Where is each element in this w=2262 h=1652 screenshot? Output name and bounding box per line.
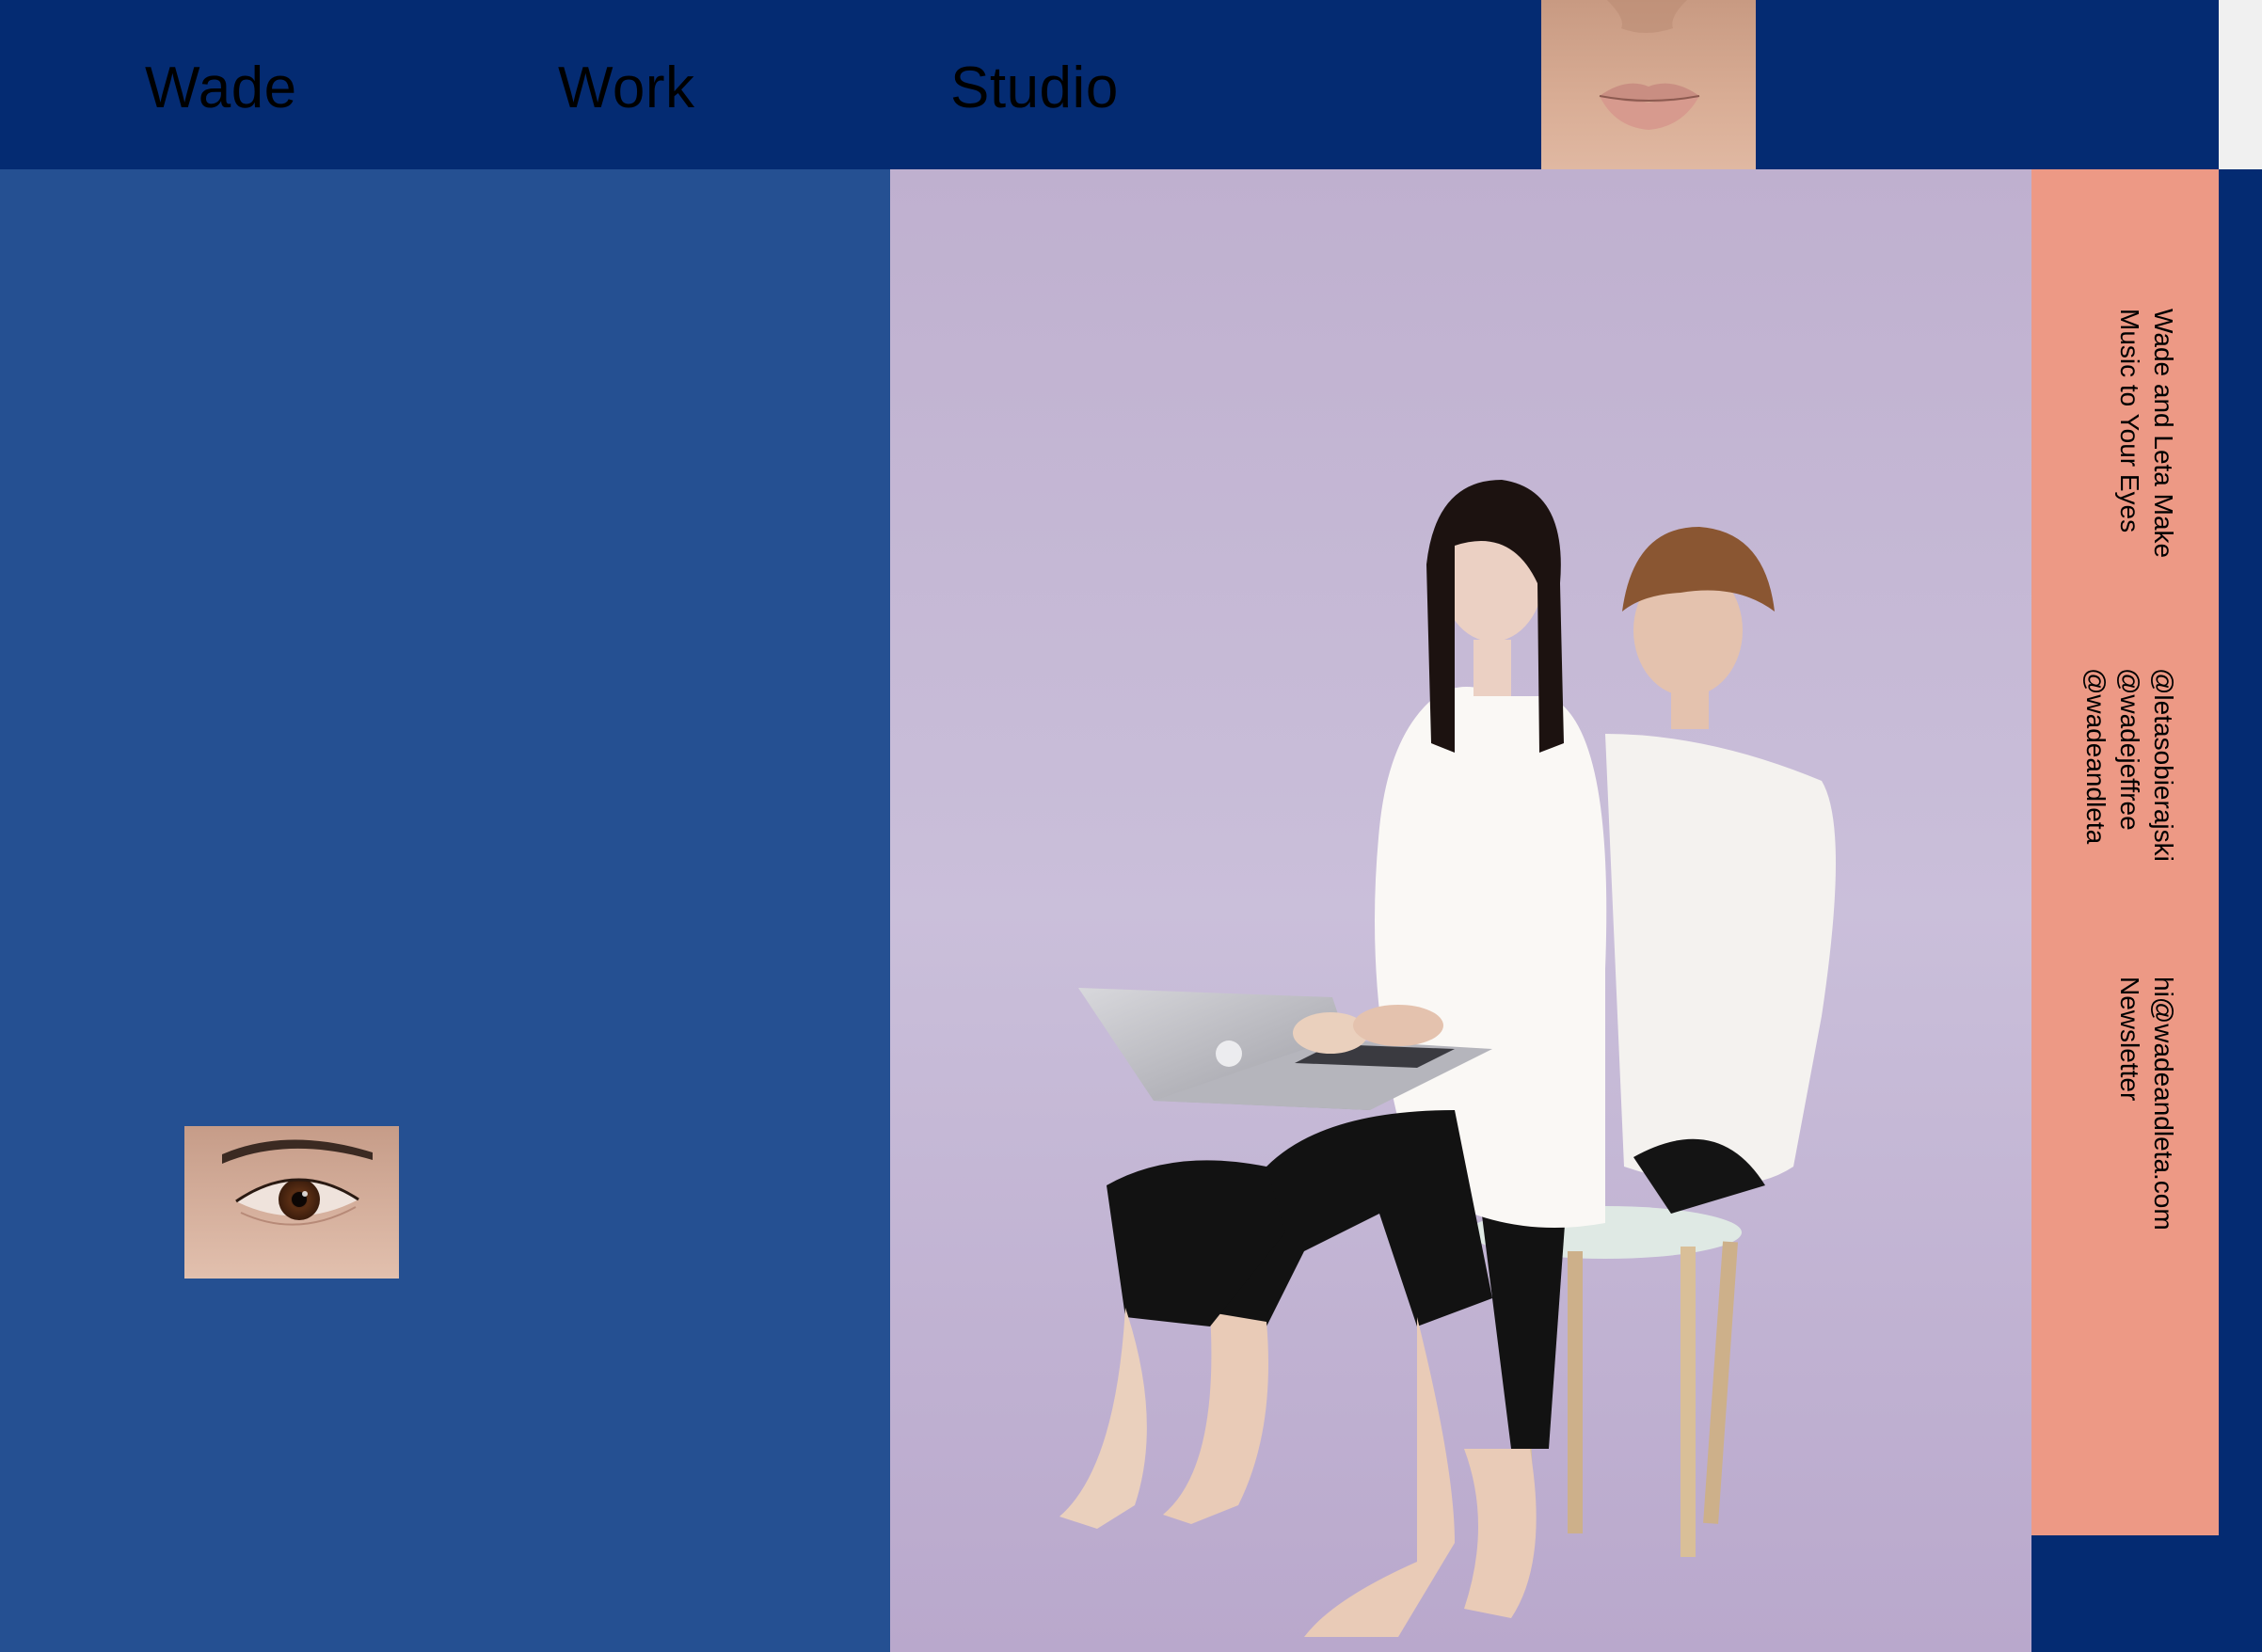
eye-closeup-image xyxy=(184,1126,399,1279)
hero-photo xyxy=(890,169,2031,1652)
nav-link-wade[interactable]: Wade xyxy=(145,55,297,121)
left-color-panel xyxy=(0,169,890,1652)
top-nav-bar: Wade Work Studio xyxy=(0,0,2219,169)
social-link-letasobierajski[interactable]: @letasobierajski xyxy=(2146,668,2180,862)
social-link-wadeandleta[interactable]: @wadeandleta xyxy=(2079,668,2112,844)
page-edge xyxy=(2219,0,2262,169)
tagline-line-1: Wade and Leta Make xyxy=(2149,309,2178,559)
newsletter-link[interactable]: Newsletter xyxy=(2112,977,2146,1101)
nav-link-work[interactable]: Work xyxy=(558,55,695,121)
nav-link-studio[interactable]: Studio xyxy=(950,55,1119,121)
email-link[interactable]: hi@wadeandleta.com xyxy=(2146,977,2180,1231)
tagline-line-2: Music to Your Eyes xyxy=(2115,309,2144,533)
right-edge-strip xyxy=(2219,169,2262,1652)
info-sidebar: Wade and Leta Make Music to Your Eyes @l… xyxy=(2031,169,2219,1535)
social-link-wadejeffree[interactable]: @wadejeffree xyxy=(2112,668,2146,831)
mouth-closeup-image xyxy=(1541,0,1756,169)
